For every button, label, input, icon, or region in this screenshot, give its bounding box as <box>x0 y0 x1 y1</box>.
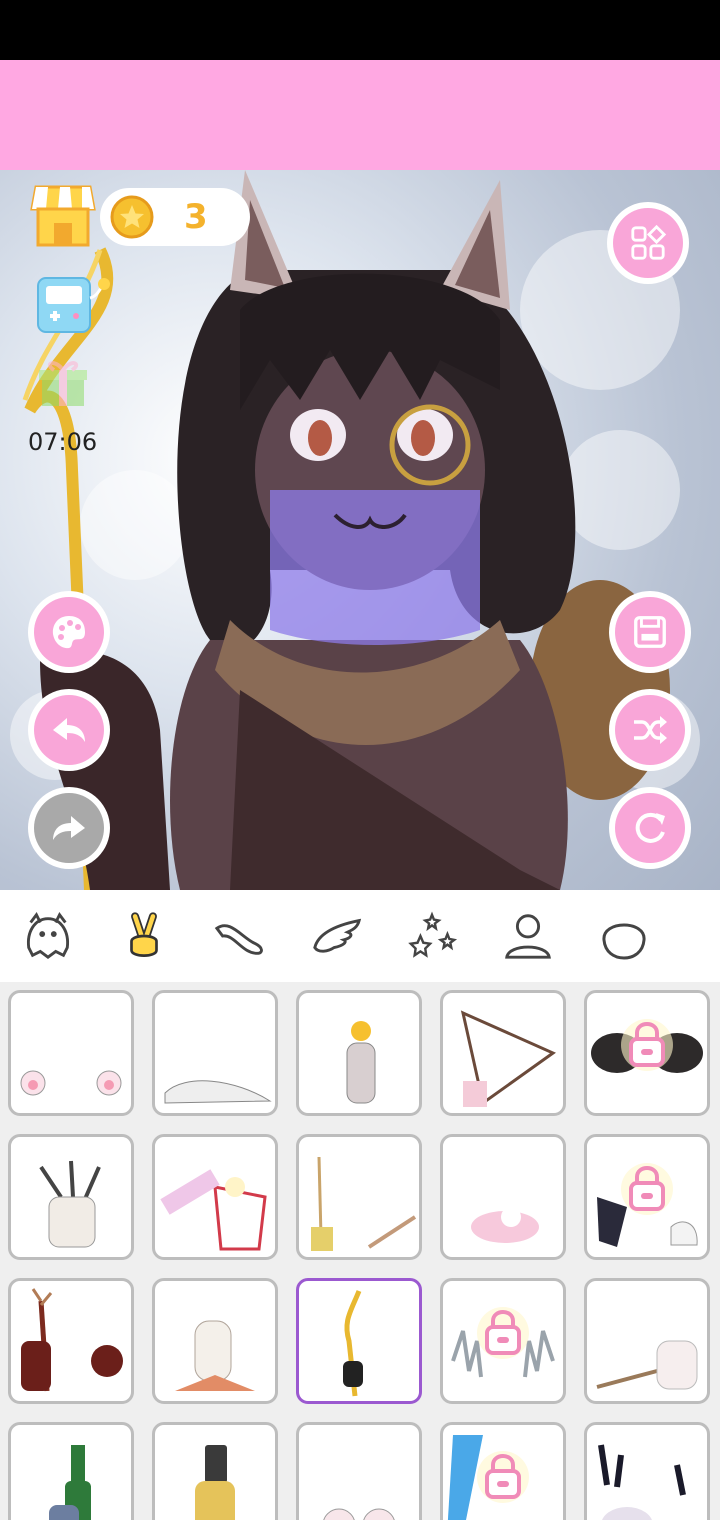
category-tabs <box>0 890 720 982</box>
item-thumbnail <box>160 1169 267 1251</box>
item-thumbnail <box>175 1320 255 1391</box>
coin-count: 3 <box>184 197 208 237</box>
gift-timer: 07:06 <box>28 428 98 456</box>
coin-icon <box>110 195 154 239</box>
status-bar <box>0 0 720 60</box>
item-thumbnail <box>598 1444 686 1520</box>
item-thumbnail <box>164 1080 272 1104</box>
item-white-bird[interactable] <box>152 1278 278 1404</box>
item-bottle[interactable] <box>8 1422 134 1520</box>
item-thumbnail <box>451 1307 555 1378</box>
item-thumbnail <box>311 1156 417 1251</box>
frame-icon <box>693 909 720 963</box>
mini-game-icon[interactable] <box>36 272 112 338</box>
coin-balance: 3 <box>100 188 250 246</box>
item-gauntlets[interactable] <box>584 1134 710 1260</box>
shuffle-icon <box>634 716 667 744</box>
tab-tail[interactable] <box>192 890 288 982</box>
item-thumbnail <box>39 1160 101 1248</box>
tab-person[interactable] <box>480 890 576 982</box>
item-crystal-claws[interactable] <box>440 1278 566 1404</box>
item-thumbnail <box>591 1019 703 1073</box>
item-thumbnail <box>447 1435 529 1520</box>
head-icon <box>602 923 646 960</box>
shuffle-button[interactable] <box>609 689 691 771</box>
item-antler-staff[interactable] <box>8 1278 134 1404</box>
tab-more[interactable] <box>672 890 720 982</box>
creature-icon <box>26 912 70 960</box>
item-thumbnail <box>596 1340 698 1390</box>
item-grid <box>0 982 720 1520</box>
item-thumbnail <box>343 1290 363 1397</box>
tab-effects[interactable] <box>384 890 480 982</box>
undo-button[interactable] <box>28 689 110 771</box>
undo-icon <box>53 718 85 742</box>
stars-icon <box>408 911 458 958</box>
shop-icon[interactable] <box>30 183 96 249</box>
item-black-claws[interactable] <box>584 1422 710 1520</box>
item-thumbnail <box>49 1445 91 1520</box>
item-bandaged-claw[interactable] <box>8 1134 134 1260</box>
refresh-icon <box>635 812 665 843</box>
tail-icon <box>214 924 263 955</box>
item-phone[interactable] <box>152 1422 278 1520</box>
person-icon <box>505 914 551 959</box>
categories-button[interactable] <box>607 202 689 284</box>
tab-body[interactable] <box>0 890 96 982</box>
item-golden-staff[interactable] <box>296 1278 422 1404</box>
tab-hands[interactable] <box>96 890 192 982</box>
save-button[interactable] <box>609 591 691 673</box>
item-paw-lying[interactable] <box>152 990 278 1116</box>
item-thumbnail <box>471 1207 539 1243</box>
redo-icon <box>53 816 85 840</box>
item-thumbnail <box>20 1070 122 1096</box>
item-pipe-paws[interactable] <box>584 1278 710 1404</box>
tab-wings[interactable] <box>288 890 384 982</box>
item-folding-fan[interactable] <box>440 990 566 1116</box>
ad-banner[interactable] <box>0 60 720 170</box>
gift-icon[interactable] <box>36 356 90 410</box>
item-coin-flip[interactable] <box>296 990 422 1116</box>
item-paws-up[interactable] <box>296 1422 422 1520</box>
item-thumbnail <box>460 1010 557 1107</box>
item-dark-fists[interactable] <box>584 990 710 1116</box>
palette-icon <box>52 616 85 649</box>
grid-icon <box>631 224 667 260</box>
save-icon <box>634 616 666 648</box>
item-thumbnail <box>597 1163 698 1247</box>
item-thumbnail <box>195 1445 235 1520</box>
redo-button[interactable] <box>28 787 110 869</box>
peace-hand-icon <box>130 912 158 957</box>
item-arrow-and-knife[interactable] <box>296 1134 422 1260</box>
palette-button[interactable] <box>28 591 110 673</box>
item-thumbnail <box>346 1021 376 1104</box>
item-ice-blade[interactable] <box>440 1422 566 1520</box>
reset-button[interactable] <box>609 787 691 869</box>
wing-icon <box>313 918 362 953</box>
item-thumbnail <box>323 1508 395 1520</box>
tab-head[interactable] <box>576 890 672 982</box>
item-pink-bird[interactable] <box>440 1134 566 1260</box>
item-thumbnail <box>21 1288 123 1392</box>
item-paws-pink[interactable] <box>8 990 134 1116</box>
item-popcorn[interactable] <box>152 1134 278 1260</box>
